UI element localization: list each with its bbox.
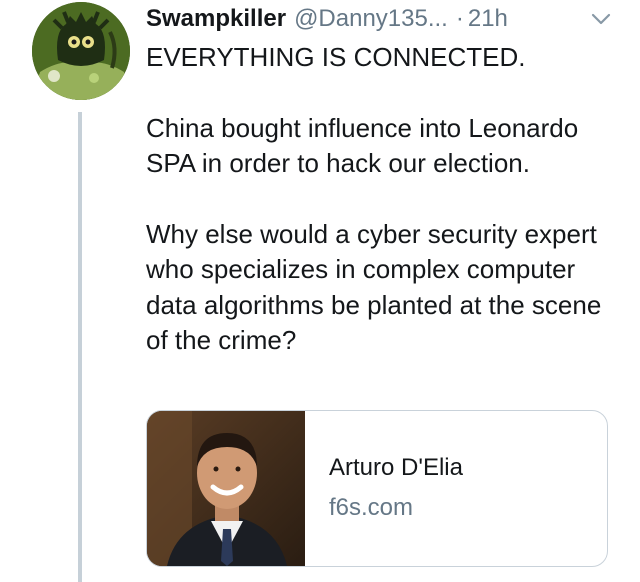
- tweet-paragraph-1: EVERYTHING IS CONNECTED.: [146, 42, 526, 72]
- author-handle[interactable]: @Danny135...: [294, 5, 448, 33]
- portrait-photo: [147, 411, 305, 566]
- link-preview-domain: f6s.com: [329, 494, 414, 521]
- author-display-name[interactable]: Swampkiller: [146, 5, 286, 33]
- tweet-header: Swampkiller @Danny135... · 21h: [146, 2, 616, 36]
- tweet-timestamp[interactable]: 21h: [468, 5, 508, 33]
- tweet-paragraph-3: Why else would a cyber security expert w…: [146, 218, 602, 356]
- thread-line: [78, 112, 82, 582]
- chevron-down-icon: [591, 13, 611, 25]
- link-preview-card[interactable]: Arturo D'Elia f6s.com: [146, 410, 608, 567]
- link-preview-image: [147, 411, 305, 566]
- tweet-text: EVERYTHING IS CONNECTED. China bought in…: [146, 40, 616, 359]
- meta-separator: ·: [455, 5, 464, 32]
- user-avatar[interactable]: [32, 2, 130, 100]
- link-preview-title: Arturo D'Elia: [329, 454, 463, 481]
- tweet-menu-button[interactable]: [588, 6, 614, 32]
- swamp-monster-icon: [32, 2, 130, 100]
- tweet-paragraph-2: China bought influence into Leonardo SPA…: [146, 112, 579, 179]
